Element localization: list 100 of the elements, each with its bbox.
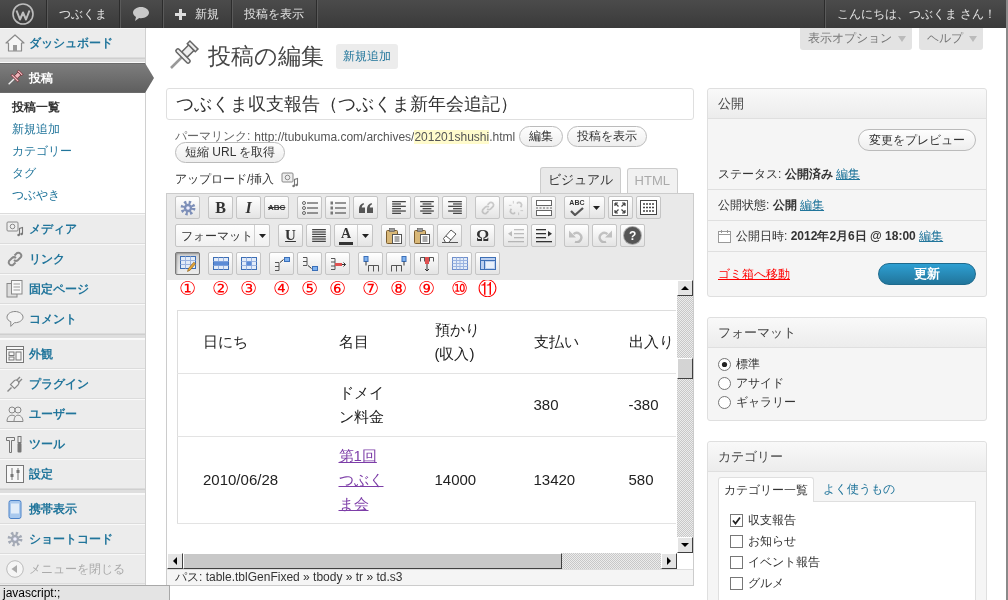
table-pencil-icon <box>179 255 196 272</box>
settings-button[interactable] <box>175 196 200 219</box>
bullet-list-button[interactable] <box>297 196 323 219</box>
left-arrow-icon <box>173 557 177 565</box>
editor-tab[interactable]: ビジュアル <box>539 167 621 193</box>
checkbox-label[interactable]: イベント報告 <box>748 554 820 571</box>
submenu-item[interactable]: タグ <box>0 162 145 184</box>
insert-column-after-button[interactable] <box>386 252 411 275</box>
preview-changes-button[interactable]: 変更をプレビュー <box>858 129 976 151</box>
text-color-button[interactable]: A <box>334 224 374 247</box>
menu-item[interactable]: ツール <box>0 429 145 459</box>
align-left-button[interactable] <box>386 196 412 219</box>
special-character-button[interactable]: Ω <box>470 224 496 247</box>
table-link[interactable]: 第1回つぶくま会 <box>338 444 385 516</box>
scrollbar-thumb[interactable] <box>183 553 562 569</box>
permalink-url[interactable]: http://tubukuma.com/archives/201201shushi.html <box>254 129 516 144</box>
trash-link[interactable]: ゴミ箱へ移動 <box>718 265 790 283</box>
radio-button[interactable] <box>718 358 731 371</box>
menu-item[interactable]: リンク <box>0 244 145 274</box>
numbered-list-button[interactable] <box>325 196 351 219</box>
checkbox[interactable] <box>730 514 743 527</box>
table-cell-icon <box>240 257 257 270</box>
column-header: 名目 <box>313 310 410 374</box>
strikethrough-button[interactable]: ABC <box>264 196 290 219</box>
checkbox[interactable] <box>730 535 743 548</box>
align-justify-button[interactable] <box>306 224 331 247</box>
table-button[interactable] <box>175 252 200 275</box>
bold-button[interactable]: B <box>208 196 233 219</box>
radio-button[interactable] <box>718 396 731 409</box>
right-arrow-icon <box>667 557 671 565</box>
italic-button[interactable]: I <box>236 196 261 219</box>
help-tab[interactable]: ヘルプ <box>919 28 983 50</box>
format-dropdown[interactable]: フォーマット <box>175 224 270 247</box>
radio-button[interactable] <box>718 377 731 390</box>
row-properties-button[interactable] <box>208 252 233 275</box>
new-content-menu[interactable]: 新規 <box>163 0 232 28</box>
insert-more-button[interactable] <box>531 196 557 219</box>
insert-row-after-button[interactable] <box>297 252 322 275</box>
insert-row-before-button[interactable] <box>269 252 294 275</box>
site-name-link[interactable]: つぶくま <box>47 0 120 28</box>
shortlink-button[interactable]: 短縮 URL を取得 <box>175 142 286 163</box>
view-post-link[interactable]: 投稿を表示 <box>232 0 317 28</box>
split-cells-button[interactable] <box>447 252 472 275</box>
view-post-button[interactable]: 投稿を表示 <box>567 126 648 147</box>
cell-properties-button[interactable] <box>236 252 261 275</box>
insert-column-before-button[interactable] <box>358 252 383 275</box>
radio-label[interactable]: 標準 <box>736 356 760 373</box>
screen-options-tab[interactable]: 表示オプション <box>800 28 912 50</box>
scroll-down-button[interactable] <box>677 537 693 553</box>
edit-slug-button[interactable]: 編集 <box>519 126 564 147</box>
checkbox-label[interactable]: 収支報告 <box>748 512 796 529</box>
help-button[interactable]: ? <box>620 224 646 247</box>
menu-item[interactable]: 携帯表示 <box>0 494 145 524</box>
align-center-button[interactable] <box>414 196 440 219</box>
menu-item[interactable]: コメント <box>0 304 145 334</box>
delete-row-button[interactable] <box>325 252 350 275</box>
scroll-up-button[interactable] <box>677 280 693 296</box>
delete-column-button[interactable] <box>414 252 439 275</box>
menu-item[interactable]: メディア <box>0 214 145 244</box>
toolbar-toggle-button[interactable] <box>635 196 661 219</box>
scroll-left-button[interactable] <box>167 553 183 569</box>
indent-button[interactable] <box>531 224 557 247</box>
checkbox[interactable] <box>730 556 743 569</box>
underline-button[interactable]: U <box>278 224 303 247</box>
media-icon[interactable] <box>281 171 300 188</box>
blockquote-button[interactable] <box>353 196 379 219</box>
edit-link[interactable]: 編集 <box>800 197 825 212</box>
menu-item[interactable]: 固定ページ <box>0 274 145 304</box>
edit-link[interactable]: 編集 <box>836 166 861 181</box>
clear-formatting-button[interactable] <box>437 224 463 247</box>
fullscreen-button[interactable] <box>607 196 633 219</box>
paste-word-button[interactable] <box>409 224 435 247</box>
menu-item[interactable]: ユーザー <box>0 399 145 429</box>
checkbox[interactable] <box>730 577 743 590</box>
caret-down-icon <box>361 233 369 238</box>
update-button[interactable]: 更新 <box>878 263 976 285</box>
submenu-item[interactable]: カテゴリー <box>0 140 145 162</box>
category-tab[interactable]: よく使うもの <box>823 477 895 501</box>
vertical-scrollbar[interactable] <box>677 280 693 553</box>
menu-item[interactable]: 外観 <box>0 339 145 369</box>
checkbox-label[interactable]: お知らせ <box>748 533 796 550</box>
scroll-right-button[interactable] <box>661 553 677 569</box>
paste-text-button[interactable] <box>381 224 407 247</box>
post-title-field[interactable]: つぶくま収支報告（つぶくま新年会追記） <box>166 88 694 120</box>
menu-item[interactable]: 投稿 <box>0 63 154 93</box>
menu-item[interactable]: ショートコード <box>0 524 145 554</box>
horizontal-scrollbar[interactable] <box>167 553 677 569</box>
category-tab[interactable]: カテゴリー一覧 <box>718 477 814 502</box>
radio-label[interactable]: ギャラリー <box>736 394 796 411</box>
merge-cells-button[interactable] <box>475 252 500 275</box>
submenu-item[interactable]: 投稿一覧 <box>0 96 145 118</box>
menu-item[interactable]: プラグイン <box>0 369 145 399</box>
scrollbar-thumb[interactable] <box>677 358 693 379</box>
submenu-item[interactable]: 新規追加 <box>0 118 145 140</box>
add-new-button[interactable]: 新規追加 <box>336 43 398 69</box>
align-right-button[interactable] <box>442 196 468 219</box>
submenu-item[interactable]: つぶやき <box>0 184 145 206</box>
checkbox-label[interactable]: グルメ <box>748 575 784 592</box>
edit-link[interactable]: 編集 <box>919 228 944 243</box>
radio-label[interactable]: アサイド <box>736 375 784 392</box>
